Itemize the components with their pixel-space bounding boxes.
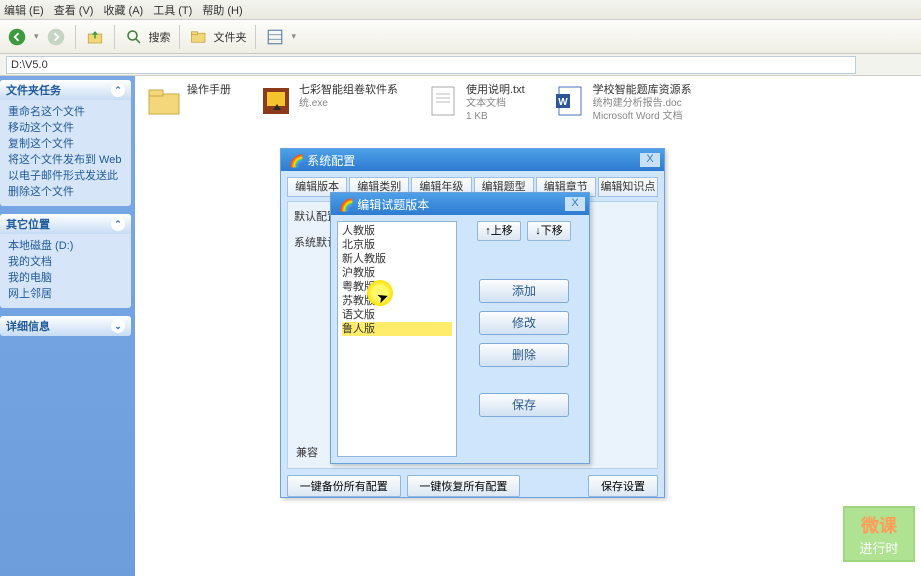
address-input[interactable]: D:\V5.0 (6, 56, 856, 74)
file-size: 1 KB (466, 110, 525, 123)
save-settings-button[interactable]: 保存设置 (588, 475, 658, 497)
expand-icon[interactable]: ⌄ (111, 319, 125, 333)
dialog-title: 系统配置 (307, 154, 355, 168)
place-item[interactable]: 我的电脑 (8, 270, 123, 286)
task-item[interactable]: 以电子邮件形式发送此 (8, 168, 123, 184)
file-name: 七彩智能组卷软件系 (299, 84, 398, 97)
list-item[interactable]: 沪教版 (342, 266, 452, 280)
task-item[interactable]: 复制这个文件 (8, 136, 123, 152)
up-button[interactable] (84, 26, 106, 48)
list-item[interactable]: 新人教版 (342, 252, 452, 266)
menu-edit[interactable]: 编辑 (E) (4, 2, 44, 18)
folders-label: 文件夹 (214, 29, 247, 45)
list-item[interactable]: 语文版 (342, 308, 452, 322)
toolbar: ▾ 搜索 文件夹 ▾ (0, 20, 921, 54)
back-button[interactable] (6, 26, 28, 48)
address-bar: D:\V5.0 (0, 54, 921, 76)
views-button[interactable] (264, 26, 286, 48)
details-title: 详细信息 (6, 318, 50, 334)
add-button[interactable]: 添加 (479, 279, 569, 303)
menu-bar: 编辑 (E) 查看 (V) 收藏 (A) 工具 (T) 帮助 (H) (0, 0, 921, 20)
dialog-titlebar[interactable]: 🌈 系统配置 X (281, 149, 664, 171)
file-name: 使用说明.txt (466, 84, 525, 97)
move-down-button[interactable]: ↓下移 (527, 221, 571, 241)
version-listbox[interactable]: 人教版 北京版 新人教版 沪教版 粤教版 苏教版 语文版 鲁人版 (337, 221, 457, 457)
search-label: 搜索 (149, 29, 171, 45)
task-item[interactable]: 重命名这个文件 (8, 104, 123, 120)
svg-text:W: W (558, 97, 568, 108)
menu-view[interactable]: 查看 (V) (54, 2, 94, 18)
edit-version-dialog: 🌈 编辑试题版本 X 人教版 北京版 新人教版 沪教版 粤教版 苏教版 语文版 … (330, 192, 590, 464)
file-sub: 统.exe (299, 97, 398, 110)
close-button[interactable]: X (640, 153, 660, 167)
folders-icon[interactable] (188, 26, 210, 48)
rainbow-icon: 🌈 (339, 198, 354, 212)
doc-item[interactable]: W 学校智能题库资源系统构建分析报告.docMicrosoft Word 文档 (553, 84, 692, 123)
place-item[interactable]: 网上邻居 (8, 286, 123, 302)
exe-item[interactable]: 七彩智能组卷软件系统.exe (259, 84, 398, 123)
file-sub: 统构建分析报告.doc (593, 97, 692, 110)
text-file-icon (426, 84, 460, 118)
word-file-icon: W (553, 84, 587, 118)
task-item[interactable]: 删除这个文件 (8, 184, 123, 200)
details-panel: 详细信息 ⌄ (0, 316, 131, 336)
close-button[interactable]: X (565, 197, 585, 211)
sidebar: 文件夹任务 ⌃ 重命名这个文件 移动这个文件 复制这个文件 将这个文件发布到 We… (0, 76, 135, 576)
file-name: 学校智能题库资源系 (593, 84, 692, 97)
list-item[interactable]: 苏教版 (342, 294, 452, 308)
places-panel: 其它位置 ⌃ 本地磁盘 (D:) 我的文档 我的电脑 网上邻居 (0, 214, 131, 308)
rainbow-icon: 🌈 (289, 154, 304, 168)
dialog-titlebar[interactable]: 🌈 编辑试题版本 X (331, 193, 589, 215)
collapse-icon[interactable]: ⌃ (111, 83, 125, 97)
txt-item[interactable]: 使用说明.txt文本文档1 KB (426, 84, 525, 123)
save-button[interactable]: 保存 (479, 393, 569, 417)
list-item[interactable]: 人教版 (342, 224, 452, 238)
watermark: 微课 进行时 (843, 506, 915, 562)
list-item[interactable]: 粤教版 (342, 280, 452, 294)
restore-button[interactable]: 一键恢复所有配置 (407, 475, 521, 497)
folder-item[interactable]: 操作手册 (147, 84, 231, 123)
search-icon[interactable] (123, 26, 145, 48)
places-title: 其它位置 (6, 216, 50, 232)
task-item[interactable]: 将这个文件发布到 Web (8, 152, 123, 168)
tasks-panel: 文件夹任务 ⌃ 重命名这个文件 移动这个文件 复制这个文件 将这个文件发布到 We… (0, 80, 131, 206)
tasks-title: 文件夹任务 (6, 82, 61, 98)
menu-fav[interactable]: 收藏 (A) (103, 2, 143, 18)
place-item[interactable]: 我的文档 (8, 254, 123, 270)
list-item-selected[interactable]: 鲁人版 (342, 322, 452, 336)
watermark-text: 进行时 (859, 538, 898, 557)
forward-button[interactable] (45, 26, 67, 48)
backup-button[interactable]: 一键备份所有配置 (287, 475, 401, 497)
exe-icon (259, 84, 293, 118)
file-type: 文本文档 (466, 97, 525, 110)
file-type: Microsoft Word 文档 (593, 110, 692, 123)
move-up-button[interactable]: ↑上移 (477, 221, 521, 241)
folder-icon (147, 84, 181, 118)
list-item[interactable]: 北京版 (342, 238, 452, 252)
tab-knowledge[interactable]: 编辑知识点 (598, 177, 658, 197)
collapse-icon[interactable]: ⌃ (111, 217, 125, 231)
delete-button[interactable]: 删除 (479, 343, 569, 367)
place-item[interactable]: 本地磁盘 (D:) (8, 238, 123, 254)
menu-help[interactable]: 帮助 (H) (202, 2, 242, 18)
dialog-title: 编辑试题版本 (357, 198, 429, 212)
task-item[interactable]: 移动这个文件 (8, 120, 123, 136)
menu-tools[interactable]: 工具 (T) (153, 2, 192, 18)
file-name: 操作手册 (187, 84, 231, 97)
watermark-text: 微课 (861, 512, 897, 538)
compat-label: 兼容 (296, 444, 318, 460)
edit-button[interactable]: 修改 (479, 311, 569, 335)
